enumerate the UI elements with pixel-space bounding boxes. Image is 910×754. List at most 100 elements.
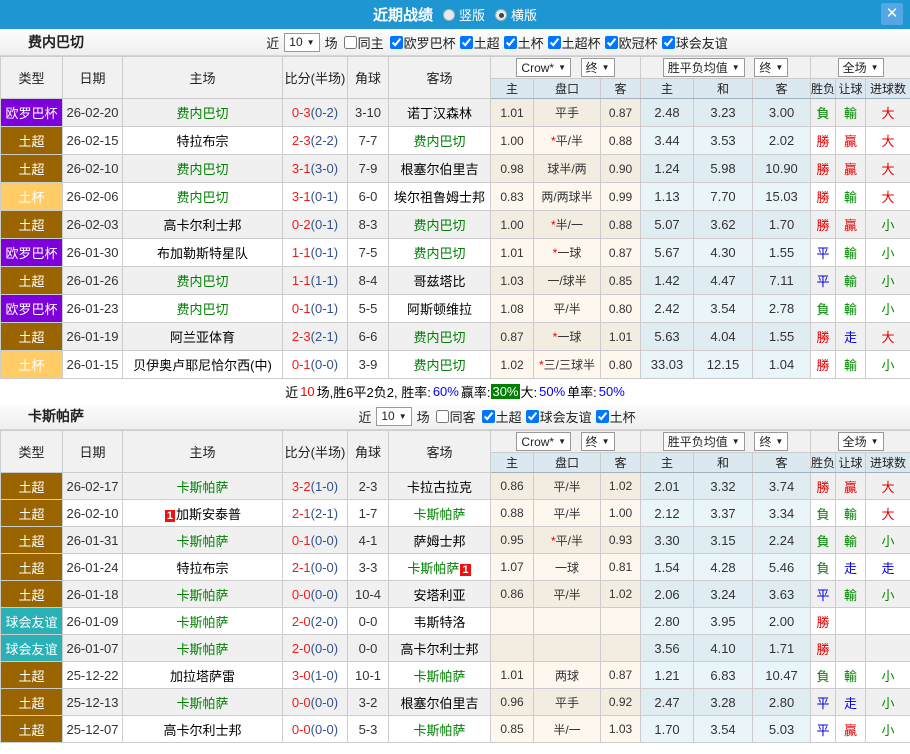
match-date-cell: 26-01-19: [62, 322, 123, 351]
near-label: 近: [266, 35, 280, 51]
avg-header: 胜平负均值 ▼ 终 ▼: [640, 430, 812, 453]
asian-result-cell: 輸: [835, 294, 867, 323]
match-type-cell: 土超: [0, 126, 63, 155]
home-water-cell: 0.85: [490, 715, 534, 743]
recent-results-panel: 近期战绩 竖版 横版 ✕ 费内巴切 近 10 ▼ 场 同主 欧罗巴杯 土超 土杯…: [0, 0, 910, 754]
avg-select[interactable]: 胜平负均值 ▼: [662, 432, 745, 451]
league-checkbox-label[interactable]: 球会友谊: [661, 33, 728, 52]
ou-result-cell: 小: [865, 266, 910, 295]
ou-result-cell: 小: [865, 294, 910, 323]
handicap-cell: [533, 634, 601, 662]
vertical-radio[interactable]: [442, 8, 455, 21]
horizontal-radio-label[interactable]: 横版: [511, 5, 537, 24]
ou-result-cell: 小: [865, 715, 910, 743]
league-checkbox-group: 土超 球会友谊 土杯: [478, 407, 636, 426]
league-checkbox-label[interactable]: 球会友谊: [525, 407, 592, 426]
match-count-select[interactable]: 10 ▼: [376, 406, 412, 426]
league-checkbox[interactable]: [595, 409, 609, 423]
summary-segment: 大:: [520, 384, 538, 400]
asian-result-cell: 贏: [835, 154, 867, 183]
league-checkbox[interactable]: [661, 35, 675, 49]
league-checkbox-label[interactable]: 欧冠杯: [604, 33, 658, 52]
chevron-down-icon: ▼: [870, 437, 879, 446]
league-checkbox-label[interactable]: 土超: [459, 33, 500, 52]
horizontal-radio[interactable]: [495, 8, 507, 21]
away-team-cell: 韦斯特洛: [388, 607, 491, 635]
odds-final-select[interactable]: 终 ▼: [580, 57, 615, 77]
corner-cell: 3-9: [347, 350, 389, 379]
avg-away-cell: 1.71: [752, 634, 812, 662]
match-type-cell: 土超: [0, 688, 63, 716]
league-checkbox[interactable]: [604, 35, 618, 49]
league-checkbox-label[interactable]: 土杯: [595, 407, 636, 426]
handicap-cell: 平手: [533, 688, 601, 716]
asian-result-cell: 走: [835, 688, 867, 716]
ou-result-cell: 小: [865, 688, 910, 716]
home-water-cell: 0.88: [490, 499, 534, 527]
home-water-cell: 0.83: [490, 182, 534, 211]
away-team-cell: 卡斯帕萨: [388, 661, 491, 689]
sub-away: 客: [599, 452, 642, 473]
match-date-cell: 26-02-10: [62, 499, 123, 527]
match-type-cell: 土杯: [0, 350, 63, 379]
match-type-cell: 土超: [0, 661, 63, 689]
avg-draw-cell: 4.10: [693, 634, 754, 662]
league-checkbox-label[interactable]: 土杯: [503, 33, 544, 52]
league-checkbox[interactable]: [481, 409, 495, 423]
odds-company-select[interactable]: Crow* ▼: [516, 432, 572, 452]
odds-company-select[interactable]: Crow* ▼: [516, 58, 572, 78]
avg-draw-cell: 3.28: [693, 688, 754, 716]
scope-select[interactable]: 全场 ▼: [837, 58, 884, 77]
league-checkbox[interactable]: [525, 409, 539, 423]
home-team-cell: 卡斯帕萨: [122, 688, 283, 716]
avg-select[interactable]: 胜平负均值 ▼: [662, 58, 745, 77]
same-home-checkbox[interactable]: [343, 35, 357, 49]
ou-result-cell: [865, 607, 910, 635]
asian-result-cell: 輸: [835, 238, 867, 267]
away-water-cell: 0.80: [599, 294, 642, 323]
match-row: 土超 25-12-22 加拉塔萨雷 3-0(1-0) 10-1 卡斯帕萨 1.0…: [0, 661, 910, 689]
away-team-cell: 高卡尔利士邦: [388, 634, 491, 662]
sub-goals: 进球数: [865, 78, 910, 99]
vertical-radio-label[interactable]: 竖版: [459, 5, 485, 24]
same-away-checkbox-label[interactable]: 同客: [435, 407, 476, 426]
fenerbahce-results-table: 类型 日期 主场 比分(半场) 角球 客场 Crow* ▼ 终 ▼ 胜平负均值 ▼ 终…: [0, 56, 910, 379]
avg-draw-cell: 3.62: [693, 210, 754, 239]
score-cell: 2-0(2-0): [282, 607, 348, 635]
summary-segment: 10: [300, 383, 315, 399]
league-checkbox-label[interactable]: 欧罗巴杯: [389, 33, 456, 52]
sub-handicap: 盘口: [533, 78, 601, 99]
match-row: 土超 26-01-24 特拉布宗 2-1(0-0) 3-3 卡斯帕萨 1 1.07…: [0, 553, 910, 581]
league-checkbox-label[interactable]: 土超: [481, 407, 522, 426]
same-home-checkbox-label[interactable]: 同主: [343, 33, 384, 52]
score-cell: 2-0(0-0): [282, 634, 348, 662]
match-count-select[interactable]: 10 ▼: [284, 32, 320, 52]
wdl-result-cell: 負: [810, 294, 837, 323]
match-type-cell: 土超: [0, 472, 63, 500]
avg-final-select[interactable]: 终 ▼: [754, 432, 789, 451]
close-icon[interactable]: ✕: [881, 3, 903, 25]
league-checkbox[interactable]: [459, 35, 473, 49]
match-type-cell: 土杯: [0, 182, 63, 211]
avg-final-select[interactable]: 终 ▼: [754, 58, 789, 77]
league-checkbox-label[interactable]: 土超杯: [547, 33, 601, 52]
scope-select[interactable]: 全场 ▼: [837, 432, 884, 451]
home-water-cell: 1.01: [490, 238, 534, 267]
match-row: 土超 26-01-19 阿兰亚体育 2-3(2-1) 6-6 费内巴切 0.87…: [0, 322, 910, 351]
same-away-checkbox[interactable]: [435, 409, 449, 423]
home-water-cell: 0.98: [490, 154, 534, 183]
league-checkbox[interactable]: [503, 35, 517, 49]
home-team-cell: 卡斯帕萨: [122, 526, 283, 554]
match-type-cell: 土超: [0, 580, 63, 608]
away-water-cell: 0.92: [599, 688, 642, 716]
sub-avg-away: 客: [752, 452, 812, 473]
section-header-kasimpasa: 卡斯帕萨 近 10 ▼ 场 同客 土超 球会友谊 土杯: [0, 403, 910, 430]
match-type-cell: 球会友谊: [0, 607, 63, 635]
avg-draw-cell: 12.15: [693, 350, 754, 379]
league-checkbox[interactable]: [547, 35, 561, 49]
odds-final-select[interactable]: 终 ▼: [580, 431, 615, 451]
scope-header: 全场 ▼: [810, 56, 910, 79]
avg-away-cell: 10.90: [752, 154, 812, 183]
league-checkbox[interactable]: [389, 35, 403, 49]
match-row: 球会友谊 26-01-09 卡斯帕萨 2-0(2-0) 0-0 韦斯特洛 2.8…: [0, 607, 910, 635]
